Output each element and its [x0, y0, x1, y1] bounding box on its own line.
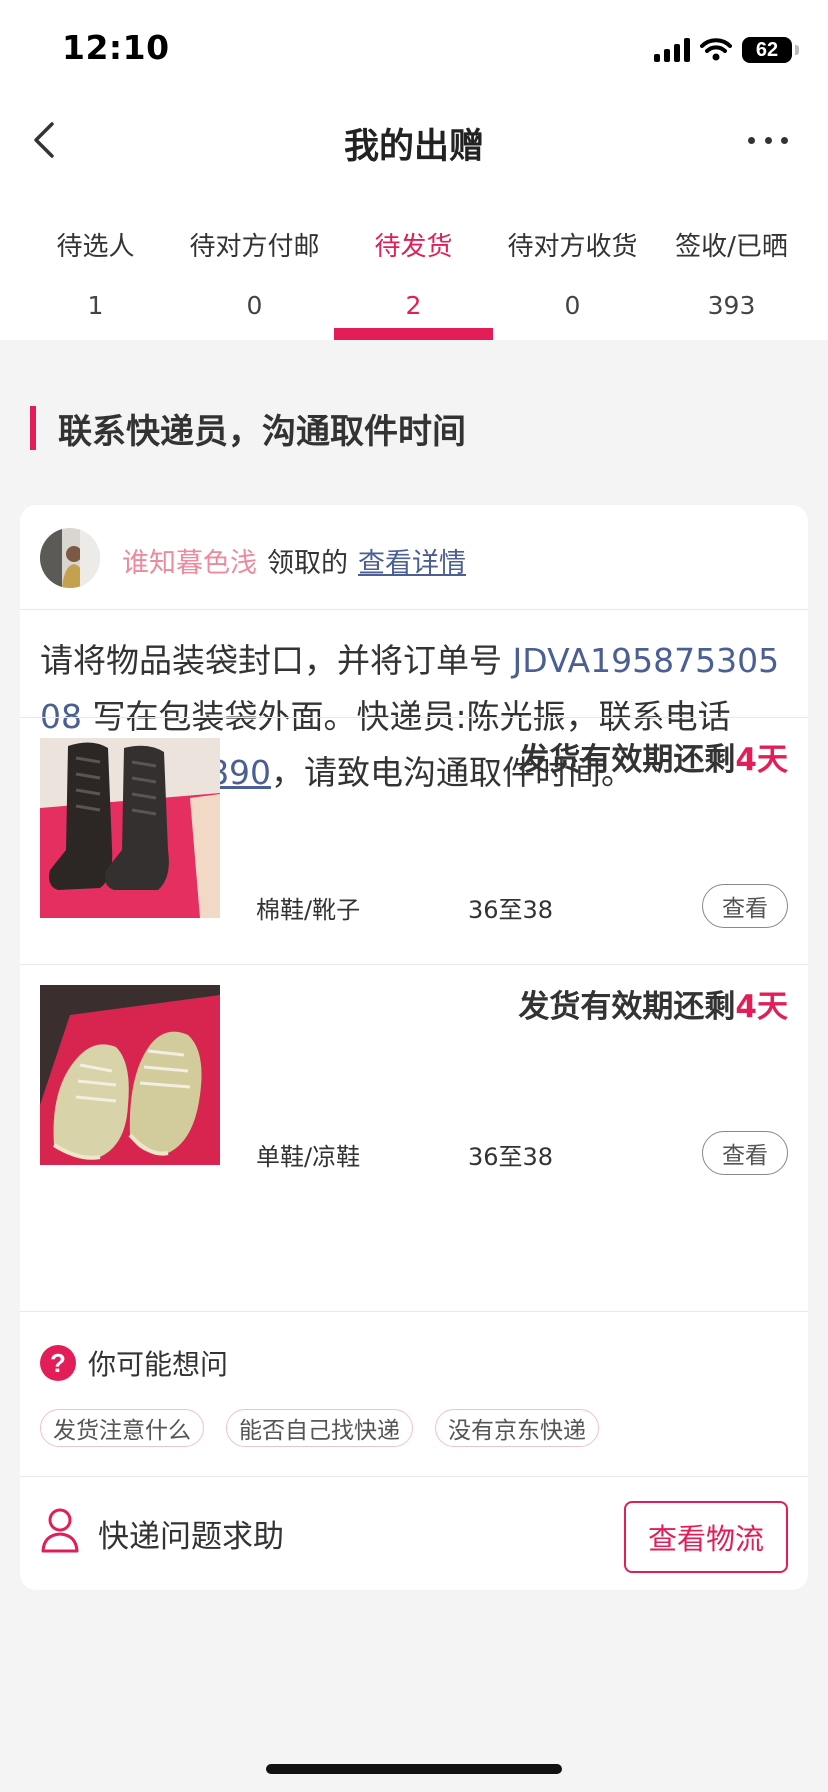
tab-count: 0	[564, 291, 581, 320]
faq-title: 你可能想问	[88, 1348, 229, 1381]
tab-pending-postage[interactable]: 待对方付邮 0	[175, 210, 334, 340]
nav-bar: 我的出赠	[0, 100, 828, 180]
tab-label: 待发货	[374, 232, 453, 262]
item-category: 棉鞋/靴子	[256, 896, 361, 924]
item-category: 单鞋/凉鞋	[256, 1143, 361, 1171]
faq-chip[interactable]: 没有京东快递	[435, 1409, 599, 1447]
item-size: 36至38	[468, 896, 554, 924]
avatar[interactable]	[40, 528, 100, 588]
ship-deadline: 发货有效期还剩4天	[518, 734, 788, 779]
item-row: 发货有效期还剩4天 棉鞋/靴子 36至38 查看	[20, 718, 808, 964]
section-accent-bar	[30, 406, 36, 450]
more-button[interactable]	[748, 128, 788, 152]
deadline-days: 4天	[735, 742, 788, 778]
receiver-nickname[interactable]: 谁知暮色浅	[122, 548, 257, 579]
section-title: 联系快递员，沟通取件时间	[58, 411, 466, 452]
tab-count: 0	[246, 291, 263, 320]
tab-count: 1	[87, 291, 104, 320]
shipment-card: 谁知暮色浅 领取的 查看详情 请将物品装袋封口，并将订单号 JDVA19587530…	[20, 505, 808, 1590]
tab-label: 签收/已晒	[675, 232, 788, 262]
view-item-button[interactable]: 查看	[702, 1131, 788, 1175]
tab-pending-select[interactable]: 待选人 1	[16, 210, 175, 340]
sneakers-image	[40, 985, 220, 1165]
question-icon: ?	[40, 1345, 76, 1381]
courier-help-link[interactable]: 快递问题求助	[98, 1511, 284, 1556]
battery-level: 62	[755, 38, 779, 61]
item-row: 发货有效期还剩4天 单鞋/凉鞋 36至38 查看	[20, 965, 808, 1211]
help-row: 快递问题求助 查看物流	[20, 1477, 808, 1590]
status-tabs: 待选人 1 待对方付邮 0 待发货 2 待对方收货 0 签收/已晒 393	[0, 210, 828, 340]
view-logistics-button[interactable]: 查看物流	[624, 1501, 788, 1573]
status-icons: 62	[654, 30, 799, 70]
view-detail-link[interactable]: 查看详情	[358, 548, 466, 579]
status-bar: 12:10 62	[0, 0, 828, 100]
receiver-text: 谁知暮色浅 领取的 查看详情	[122, 541, 466, 580]
tab-count: 2	[405, 291, 422, 320]
section-heading: 联系快递员，沟通取件时间	[30, 406, 466, 452]
person-icon	[41, 1508, 79, 1553]
instructions-text: 请将物品装袋封口，并将订单号	[40, 641, 513, 680]
tab-count: 393	[707, 291, 756, 320]
item-photo[interactable]	[40, 738, 220, 918]
item-photo[interactable]	[40, 985, 220, 1165]
tab-label: 待对方收货	[507, 232, 638, 262]
item-size: 36至38	[468, 1143, 554, 1171]
tab-label: 待选人	[56, 232, 135, 262]
more-dots-icon	[748, 136, 755, 144]
home-indicator[interactable]	[266, 1764, 562, 1774]
page-title: 我的出赠	[343, 127, 484, 167]
avatar-image	[40, 528, 100, 588]
divider	[20, 1311, 808, 1312]
wifi-icon	[700, 38, 732, 61]
ship-deadline: 发货有效期还剩4天	[518, 981, 788, 1026]
status-time: 12:10	[62, 28, 170, 67]
faq-chip[interactable]: 发货注意什么	[40, 1409, 204, 1447]
tab-pending-ship[interactable]: 待发货 2	[334, 210, 493, 340]
tab-pending-receipt[interactable]: 待对方收货 0	[493, 210, 652, 340]
faq-chip[interactable]: 能否自己找快递	[226, 1409, 413, 1447]
view-item-button[interactable]: 查看	[702, 884, 788, 928]
deadline-label: 发货有效期还剩	[518, 989, 736, 1025]
receiver-row: 谁知暮色浅 领取的 查看详情	[20, 505, 808, 610]
cellular-signal-icon	[654, 38, 690, 62]
faq-header: ? 你可能想问	[40, 1343, 228, 1383]
active-tab-indicator	[334, 328, 493, 340]
tab-label: 待对方付邮	[189, 232, 320, 262]
tab-signed-shared[interactable]: 签收/已晒 393	[652, 210, 811, 340]
boots-image	[40, 738, 220, 918]
faq-chips: 发货注意什么 能否自己找快递 没有京东快递	[40, 1409, 599, 1447]
battery-icon: 62	[742, 37, 799, 63]
claimed-text: 领取的	[267, 548, 348, 579]
deadline-days: 4天	[735, 989, 788, 1025]
deadline-label: 发货有效期还剩	[518, 742, 736, 778]
